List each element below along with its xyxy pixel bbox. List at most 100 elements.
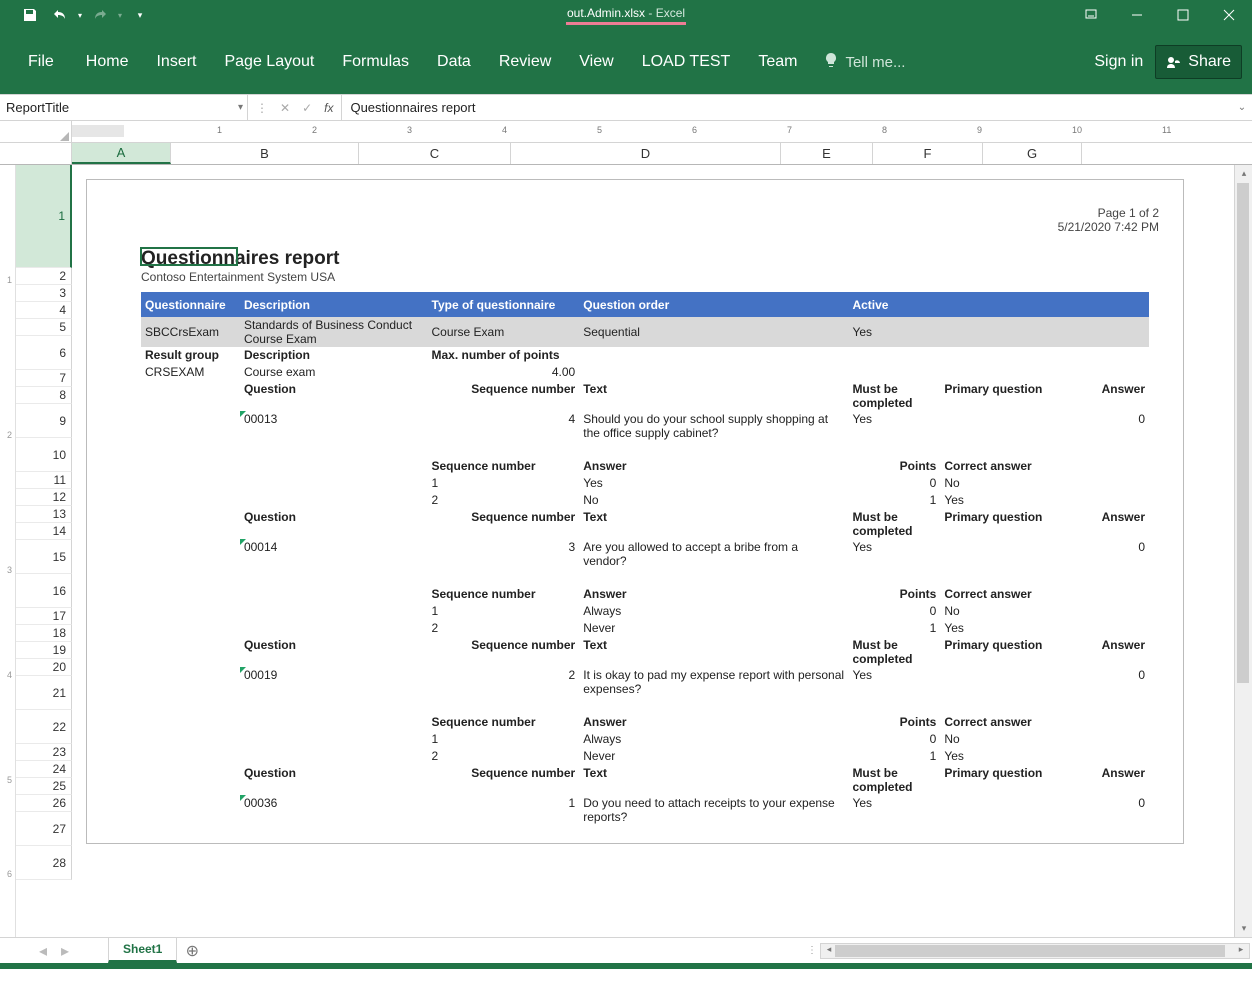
ruler-mark: 6 xyxy=(7,869,12,879)
ribbon-display-icon[interactable] xyxy=(1068,0,1114,30)
row-header-16[interactable]: 16 xyxy=(16,574,72,608)
col-header-e[interactable]: E xyxy=(781,143,873,164)
cell: Answer xyxy=(1050,381,1149,411)
col-header-g[interactable]: G xyxy=(983,143,1082,164)
undo-icon[interactable] xyxy=(45,0,75,30)
redo-dropdown-icon[interactable]: ▾ xyxy=(115,0,125,30)
row-header-22[interactable]: 22 xyxy=(16,710,72,744)
maximize-icon[interactable] xyxy=(1160,0,1206,30)
v-scroll-thumb[interactable] xyxy=(1237,183,1249,683)
tab-view[interactable]: View xyxy=(565,30,627,94)
col-header-a[interactable]: A xyxy=(72,143,171,164)
sheet-tab-1[interactable]: Sheet1 xyxy=(108,938,177,963)
share-button[interactable]: Share xyxy=(1155,45,1242,79)
tab-data[interactable]: Data xyxy=(423,30,485,94)
tab-file[interactable]: File xyxy=(10,30,72,94)
cell: 00014 xyxy=(240,539,428,569)
cell: Points xyxy=(848,586,940,603)
cell: 0 xyxy=(1050,411,1149,441)
name-box-dropdown-icon[interactable]: ▾ xyxy=(238,102,243,113)
formula-input[interactable] xyxy=(342,95,1232,120)
row-header-28[interactable]: 28 xyxy=(16,846,72,880)
table-row: QuestionSequence numberTextMust be compl… xyxy=(141,637,1149,667)
row-header-6[interactable]: 6 xyxy=(16,336,72,370)
scroll-up-icon[interactable]: ▴ xyxy=(1235,165,1252,182)
undo-dropdown-icon[interactable]: ▾ xyxy=(75,0,85,30)
tab-team[interactable]: Team xyxy=(744,30,811,94)
vertical-scrollbar[interactable]: ▴ ▾ xyxy=(1234,165,1252,937)
horizontal-scrollbar[interactable]: ⋮ ◂ ▸ xyxy=(207,938,1252,963)
expand-formula-bar-icon[interactable]: ⌄ xyxy=(1232,95,1252,120)
row-header-27[interactable]: 27 xyxy=(16,812,72,846)
row-header-20[interactable]: 20 xyxy=(16,659,72,676)
formula-dots-icon[interactable]: ⋮ xyxy=(256,101,268,115)
sign-in-button[interactable]: Sign in xyxy=(1082,53,1155,71)
save-icon[interactable] xyxy=(15,0,45,30)
row-header-26[interactable]: 26 xyxy=(16,795,72,812)
minimize-icon[interactable] xyxy=(1114,0,1160,30)
tell-me-search[interactable]: Tell me... xyxy=(823,52,905,72)
row-header-23[interactable]: 23 xyxy=(16,744,72,761)
tab-review[interactable]: Review xyxy=(485,30,565,94)
vertical-ruler[interactable]: 1 2 3 4 5 6 xyxy=(0,165,16,937)
name-box-input[interactable] xyxy=(6,100,241,115)
cell: 0 xyxy=(1050,667,1149,697)
close-icon[interactable] xyxy=(1206,0,1252,30)
cell xyxy=(848,347,940,364)
row-header-25[interactable]: 25 xyxy=(16,778,72,795)
row-header-9[interactable]: 9 xyxy=(16,404,72,438)
row-header-24[interactable]: 24 xyxy=(16,761,72,778)
ruler-mark: 1 xyxy=(217,125,222,135)
row-header-12[interactable]: 12 xyxy=(16,489,72,506)
tab-next-icon[interactable]: ▸ xyxy=(61,941,69,961)
col-header-f[interactable]: F xyxy=(873,143,983,164)
row-header-7[interactable]: 7 xyxy=(16,370,72,387)
col-header-c[interactable]: C xyxy=(359,143,511,164)
h-scroll-track[interactable]: ◂ ▸ xyxy=(820,943,1250,959)
tab-nav[interactable]: ◂ ▸ xyxy=(0,938,108,963)
tab-home[interactable]: Home xyxy=(72,30,143,94)
h-scroll-thumb[interactable] xyxy=(835,945,1225,957)
new-sheet-button[interactable]: ⊕ xyxy=(177,938,207,963)
fx-icon[interactable]: fx xyxy=(324,101,333,115)
row-header-15[interactable]: 15 xyxy=(16,540,72,574)
cell: 1 xyxy=(848,748,940,765)
tab-prev-icon[interactable]: ◂ xyxy=(39,941,47,961)
tab-load-test[interactable]: LOAD TEST xyxy=(628,30,745,94)
col-header-d[interactable]: D xyxy=(511,143,781,164)
tab-split-icon[interactable]: ⋮ xyxy=(804,945,820,956)
row-header-21[interactable]: 21 xyxy=(16,676,72,710)
row-header-11[interactable]: 11 xyxy=(16,472,72,489)
redo-icon[interactable] xyxy=(85,0,115,30)
scroll-down-icon[interactable]: ▾ xyxy=(1235,920,1252,937)
table-row: QuestionSequence numberTextMust be compl… xyxy=(141,381,1149,411)
row-header-1[interactable]: 1 xyxy=(16,165,72,268)
row-header-17[interactable]: 17 xyxy=(16,608,72,625)
row-header-13[interactable]: 13 xyxy=(16,506,72,523)
row-header-14[interactable]: 14 xyxy=(16,523,72,540)
row-header-8[interactable]: 8 xyxy=(16,387,72,404)
scroll-right-icon[interactable]: ▸ xyxy=(1233,944,1249,955)
cancel-icon[interactable]: ✕ xyxy=(280,101,290,115)
tab-insert[interactable]: Insert xyxy=(142,30,210,94)
row-header-10[interactable]: 10 xyxy=(16,438,72,472)
name-box[interactable]: ▾ xyxy=(0,95,248,120)
select-all-corner[interactable] xyxy=(0,121,72,142)
row-header-19[interactable]: 19 xyxy=(16,642,72,659)
row-header-3[interactable]: 3 xyxy=(16,285,72,302)
enter-icon[interactable]: ✓ xyxy=(302,101,312,115)
row-header-5[interactable]: 5 xyxy=(16,319,72,336)
cell: Yes xyxy=(579,475,848,492)
cell xyxy=(141,795,240,825)
cell: Correct answer xyxy=(940,458,1050,475)
qat-customize-icon[interactable]: ▾ xyxy=(125,0,155,30)
tab-page-layout[interactable]: Page Layout xyxy=(210,30,328,94)
row-header-4[interactable]: 4 xyxy=(16,302,72,319)
worksheet[interactable]: Page 1 of 2 5/21/2020 7:42 PM Questionna… xyxy=(72,165,1234,937)
col-header-b[interactable]: B xyxy=(171,143,359,164)
horizontal-ruler[interactable]: 1 2 3 4 5 6 7 8 9 10 11 xyxy=(72,121,1252,142)
row-header-2[interactable]: 2 xyxy=(16,268,72,285)
tab-formulas[interactable]: Formulas xyxy=(328,30,423,94)
table-row: 2Never1Yes xyxy=(141,748,1149,765)
row-header-18[interactable]: 18 xyxy=(16,625,72,642)
